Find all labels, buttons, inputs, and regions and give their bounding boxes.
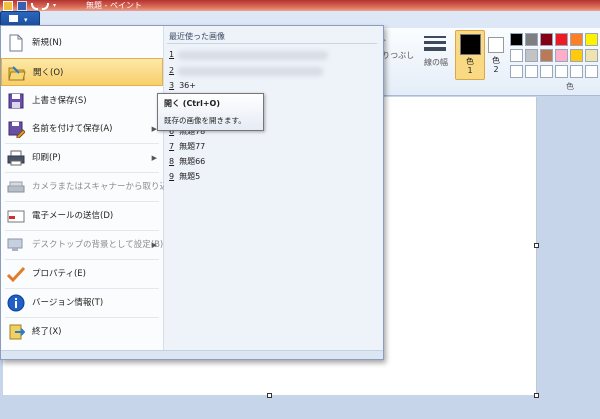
scanner-icon <box>7 181 25 193</box>
color2-number: 2 <box>493 65 499 74</box>
color1-button[interactable]: 色 1 <box>455 30 485 80</box>
menu-item-save[interactable]: 上書き保存(S) <box>1 87 163 115</box>
desktop-monitor-icon <box>7 238 23 251</box>
menu-item-label: 名前を付けて保存(A) <box>32 124 113 134</box>
file-menu-icon <box>9 15 18 22</box>
submenu-arrow-icon: ▶ <box>151 241 157 249</box>
recent-file-number: 7 <box>169 142 175 151</box>
tooltip-title: 開く (Ctrl+O) <box>164 99 220 108</box>
palette-color-swatch[interactable] <box>510 65 523 78</box>
new-document-icon <box>9 34 23 52</box>
recent-file-number: 8 <box>169 157 175 166</box>
color1-number: 1 <box>467 66 473 75</box>
menu-item-exit[interactable]: 終了(X) <box>1 318 163 346</box>
palette-color-swatch[interactable] <box>585 49 598 62</box>
palette-color-swatch[interactable] <box>525 33 538 46</box>
palette-color-swatch[interactable] <box>570 49 583 62</box>
recent-files-title: 最近使った画像 <box>169 32 225 41</box>
menu-item-print[interactable]: 印刷(P) ▶ <box>1 144 163 172</box>
recent-file-number: 9 <box>169 172 175 181</box>
line-size-icon[interactable] <box>424 36 446 54</box>
recent-file-number: 1 <box>169 50 175 59</box>
recent-file-item[interactable]: 9 無題5 <box>169 171 200 182</box>
info-icon <box>7 294 25 312</box>
palette-color-swatch[interactable] <box>585 33 598 46</box>
palette-color-swatch[interactable] <box>525 65 538 78</box>
menu-item-label: 上書き保存(S) <box>32 96 87 106</box>
palette-color-swatch[interactable] <box>555 49 568 62</box>
color1-swatch <box>460 34 481 55</box>
chevron-down-icon: ▾ <box>24 16 28 24</box>
colors-group-label: 色 <box>566 82 574 91</box>
resize-handle-bottom[interactable] <box>267 393 272 398</box>
palette-color-swatch[interactable] <box>555 33 568 46</box>
line-size-label[interactable]: 線の幅 <box>424 57 448 68</box>
recent-files-divider <box>167 43 377 44</box>
recent-file-item[interactable]: 8 無題66 <box>169 156 205 167</box>
menu-item-open[interactable]: 開く(O) <box>1 58 163 86</box>
checkmark-icon <box>7 266 25 283</box>
menu-item-about[interactable]: バージョン情報(T) <box>1 289 163 317</box>
color2-button[interactable]: 色 2 <box>486 30 506 78</box>
menu-item-from-scanner[interactable]: カメラまたはスキャナーから取り込み(M) <box>1 173 190 201</box>
recent-file-name: 無題66 <box>179 157 206 166</box>
color2-swatch <box>488 37 504 53</box>
palette-color-swatch[interactable] <box>555 65 568 78</box>
printer-icon <box>7 150 25 166</box>
open-tooltip: 開く (Ctrl+O) 既存の画像を開きます。 <box>157 93 264 131</box>
file-menu-footer <box>1 350 383 359</box>
recent-file-name: 36+ <box>179 81 196 90</box>
palette-color-swatch[interactable] <box>585 65 598 78</box>
palette-color-swatch[interactable] <box>540 65 553 78</box>
tooltip-description: 既存の画像を開きます。 <box>164 116 246 125</box>
recent-file-name-redacted <box>178 67 323 76</box>
palette-color-swatch[interactable] <box>540 49 553 62</box>
recent-file-item[interactable]: 3 36+ <box>169 81 196 90</box>
menu-item-label: プロパティ(E) <box>32 269 86 279</box>
file-menu-commands: 新規(N) 開く(O) 上書き保存(S) 名前を付けて保存(A) ▶ 印刷(P)… <box>1 26 190 352</box>
palette-color-swatch[interactable] <box>510 49 523 62</box>
save-disk-icon <box>8 93 24 109</box>
resize-handle-right[interactable] <box>534 243 539 248</box>
recent-file-name: 無題77 <box>179 142 206 151</box>
paint-app-icon[interactable] <box>3 1 13 11</box>
open-folder-icon <box>8 66 26 81</box>
palette-color-swatch[interactable] <box>570 33 583 46</box>
recent-file-number: 3 <box>169 81 175 90</box>
menu-item-properties[interactable]: プロパティ(E) <box>1 260 163 288</box>
palette-color-swatch[interactable] <box>525 49 538 62</box>
menu-item-label: 電子メールの送信(D) <box>32 211 114 221</box>
customize-qat-chevron-icon[interactable]: ▾ <box>53 2 61 10</box>
palette-color-swatch[interactable] <box>510 33 523 46</box>
fill-tool-label[interactable]: りつぶし <box>382 50 414 61</box>
menu-item-label: デスクトップの背景として設定(B) <box>32 240 164 250</box>
resize-handle-corner[interactable] <box>534 393 539 398</box>
exit-icon <box>9 324 25 340</box>
submenu-arrow-icon: ▶ <box>151 154 157 162</box>
menu-item-new[interactable]: 新規(N) <box>1 29 163 57</box>
color-palette <box>510 33 600 79</box>
palette-color-swatch[interactable] <box>540 33 553 46</box>
palette-color-swatch[interactable] <box>570 65 583 78</box>
save-icon[interactable] <box>17 1 27 11</box>
window-title: 無題 - ペイント <box>86 1 142 10</box>
menu-item-label: 印刷(P) <box>32 153 61 163</box>
quick-access-toolbar: ▾ <box>3 1 61 11</box>
menu-item-label: 終了(X) <box>32 327 62 337</box>
menu-item-label: バージョン情報(T) <box>32 298 104 308</box>
recent-file-number: 2 <box>169 66 175 75</box>
email-icon <box>7 210 25 223</box>
menu-item-send-email[interactable]: 電子メールの送信(D) <box>1 202 163 230</box>
undo-icon[interactable] <box>31 2 38 10</box>
recent-file-item[interactable]: 7 無題77 <box>169 141 205 152</box>
menu-item-label: 新規(N) <box>32 38 62 48</box>
redo-icon[interactable] <box>42 2 49 10</box>
save-as-icon <box>8 121 25 138</box>
menu-item-label: 開く(O) <box>33 68 64 78</box>
menu-item-save-as[interactable]: 名前を付けて保存(A) ▶ <box>1 115 163 143</box>
recent-file-name: 無題5 <box>179 172 201 181</box>
recent-file-name-redacted <box>178 51 328 60</box>
title-bar: ▾ 無題 - ペイント <box>0 0 600 11</box>
menu-item-set-desktop-background[interactable]: デスクトップの背景として設定(B) ▶ <box>1 231 163 259</box>
